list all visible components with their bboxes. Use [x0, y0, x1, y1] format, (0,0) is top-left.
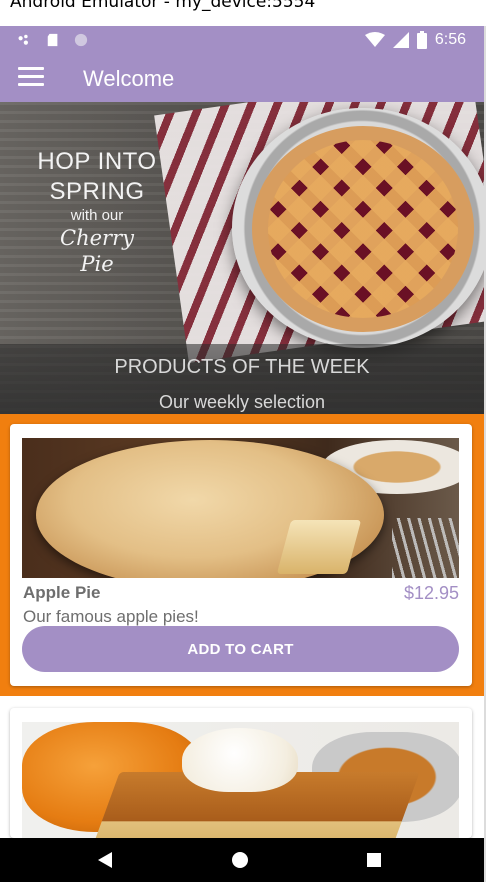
product-name: Apple Pie: [23, 583, 101, 602]
hero-cherry-pie-image: [268, 140, 458, 318]
home-icon[interactable]: [232, 852, 248, 868]
back-icon[interactable]: [98, 852, 112, 868]
notification-dots-icon: [18, 34, 28, 45]
whipped-cream: [182, 728, 298, 792]
status-right-icons: 6:56: [364, 31, 466, 49]
product-card[interactable]: Apple Pie $12.95 Our famous apple pies! …: [10, 424, 472, 686]
page-title: Welcome: [83, 66, 175, 91]
product-description: Our famous apple pies!: [23, 607, 199, 626]
system-nav-bar: [0, 838, 484, 882]
apple-pie-cut-slice: [276, 520, 362, 574]
status-time: 6:56: [434, 31, 466, 48]
sd-card-icon: [47, 33, 58, 47]
status-bar: 6:56: [0, 26, 484, 56]
product-price: $12.95: [403, 583, 459, 603]
forks-image: [392, 518, 459, 578]
products-section-subtitle: Our weekly selection: [158, 392, 326, 412]
hero-line-4: Cherry: [60, 226, 134, 250]
battery-icon: [416, 31, 427, 49]
hero-headline: HOP INTO SPRING with our Cherry Pie: [22, 147, 172, 276]
product-image-apple-pie: [22, 438, 459, 578]
hamburger-menu-icon[interactable]: [18, 67, 44, 89]
hero-line-5: Pie: [80, 252, 114, 276]
hero-line-2: SPRING: [49, 178, 145, 205]
product-image-pumpkin-pie: [22, 722, 459, 838]
emulator-window-title: Android Emulator - my_device:5554: [0, 0, 486, 26]
cell-signal-icon: [392, 32, 409, 48]
app-bar: Welcome: [0, 56, 484, 102]
hero-line-1: HOP INTO: [37, 148, 157, 175]
products-section-title: PRODUCTS OF THE WEEK: [114, 356, 370, 378]
hero-banner: HOP INTO SPRING with our Cherry Pie PROD…: [0, 102, 484, 414]
wifi-icon: [364, 32, 385, 47]
product-card[interactable]: [10, 708, 472, 838]
add-to-cart-button[interactable]: ADD TO CART: [22, 626, 459, 672]
hero-line-3: with our: [70, 207, 124, 224]
window-title-text: Android Emulator - my_device:5554: [10, 0, 316, 12]
sync-circle-icon: [74, 33, 88, 47]
status-left-icons: [18, 32, 88, 48]
recents-icon[interactable]: [367, 853, 381, 867]
